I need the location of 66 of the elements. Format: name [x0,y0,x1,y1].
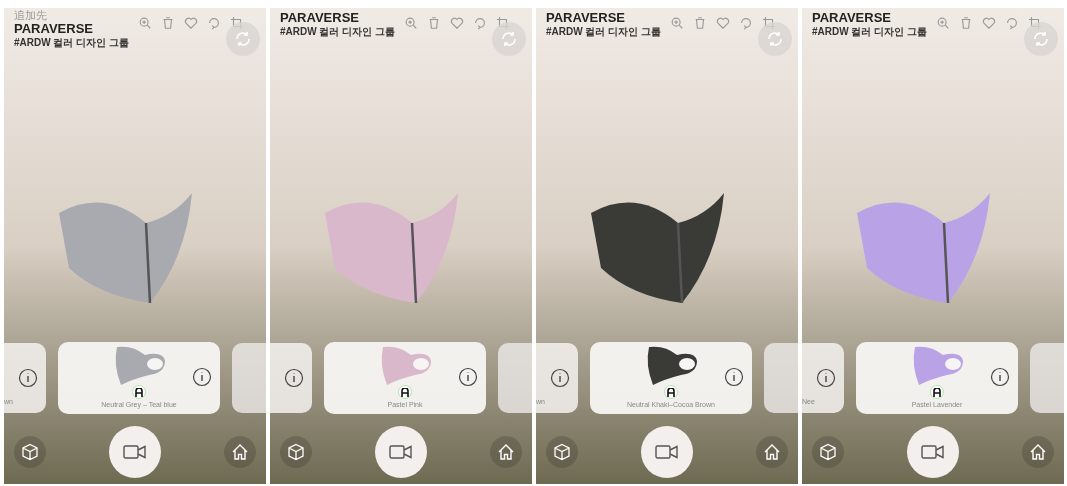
group-subtitle: #ARDW 컬러 디자인 그룹 [14,37,129,50]
rotate-icon[interactable] [473,16,487,30]
brand-title: PARAVERSE [280,10,359,27]
info-icon[interactable] [284,368,304,388]
heart-icon[interactable] [450,16,464,30]
brand-title: PARAVERSE [14,21,93,38]
home-button[interactable] [756,436,788,468]
cube-icon [21,443,39,461]
video-camera-icon [123,444,147,460]
home-icon [1029,443,1047,461]
home-button[interactable] [224,436,256,468]
home-icon [763,443,781,461]
info-icon[interactable] [550,368,570,388]
ar-badge-icon [398,385,412,400]
3d-view-button[interactable] [280,436,312,468]
corner-label: 追加先 [14,10,47,21]
ar-badge-icon [664,385,678,400]
info-icon[interactable] [990,367,1010,387]
side-card[interactable] [764,343,798,413]
info-icon[interactable] [724,367,744,387]
video-camera-icon [921,444,945,460]
sync-icon [766,30,784,48]
heart-icon[interactable] [184,16,198,30]
cube-icon [819,443,837,461]
heart-icon[interactable] [982,16,996,30]
trash-icon[interactable] [693,16,707,30]
sync-icon [500,30,518,48]
rotate-icon[interactable] [739,16,753,30]
group-subtitle: #ARDW 컬러 디자인 그룹 [280,26,395,39]
cube-icon [553,443,571,461]
home-button[interactable] [490,436,522,468]
info-icon[interactable] [458,367,478,387]
sync-icon [234,30,252,48]
group-subtitle: #ARDW 컬러 디자인 그룹 [546,26,661,39]
side-card[interactable] [498,343,532,413]
search-icon[interactable] [138,16,152,30]
video-camera-icon [655,444,679,460]
group-subtitle: #ARDW 컬러 디자인 그룹 [812,26,927,39]
rotate-icon[interactable] [1005,16,1019,30]
info-icon[interactable] [816,368,836,388]
trash-icon[interactable] [427,16,441,30]
3d-view-button[interactable] [14,436,46,468]
3d-view-button[interactable] [812,436,844,468]
ar-badge-icon [930,385,944,400]
home-button[interactable] [1022,436,1054,468]
rotate-icon[interactable] [207,16,221,30]
cube-icon [287,443,305,461]
side-card[interactable] [232,343,266,413]
search-icon[interactable] [404,16,418,30]
brand-title: PARAVERSE [812,10,891,27]
info-icon[interactable] [18,368,38,388]
heart-icon[interactable] [716,16,730,30]
trash-icon[interactable] [161,16,175,30]
home-icon [497,443,515,461]
3d-view-button[interactable] [546,436,578,468]
sync-icon [1032,30,1050,48]
home-icon [231,443,249,461]
video-camera-icon [389,444,413,460]
search-icon[interactable] [936,16,950,30]
info-icon[interactable] [192,367,212,387]
brand-title: PARAVERSE [546,10,625,27]
side-card[interactable] [270,343,312,413]
ar-badge-icon [132,385,146,400]
side-card[interactable] [1030,343,1064,413]
search-icon[interactable] [670,16,684,30]
trash-icon[interactable] [959,16,973,30]
